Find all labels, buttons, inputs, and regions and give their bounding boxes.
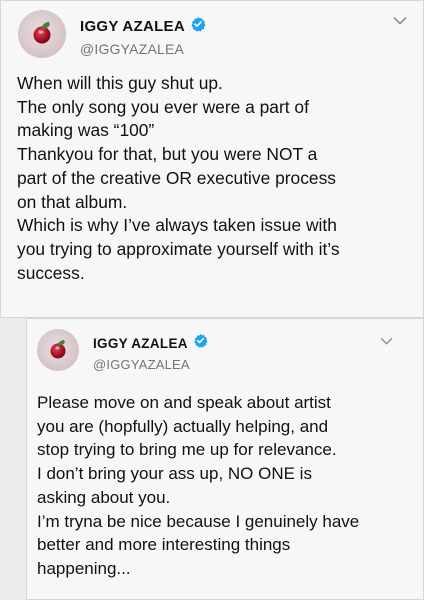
tweet-line: Thankyou for that, but you were NOT a [17,144,318,165]
display-name-row: IGGY AZALEA [93,333,208,353]
tweet-line: on that album. [17,191,128,212]
verified-badge-icon [193,333,208,353]
author-block: IGGY AZALEA @IGGYAZALEA [80,16,206,57]
avatar-fruit [33,26,51,44]
tweet-text: Please move on and speak about artist yo… [37,391,421,581]
handle[interactable]: @IGGYAZALEA [93,357,208,372]
tweet-line: happening... [37,558,131,578]
avatar[interactable] [18,10,66,58]
screenshot-page: IGGY AZALEA @IGGYAZALEA When will this g… [0,0,424,600]
tweet-line: success. [17,262,85,283]
tweet-line: asking about you. [37,487,171,507]
tweet-text: When will this guy shut up. The only son… [17,72,421,285]
display-name[interactable]: IGGY AZALEA [80,18,185,35]
tweet-card-1: IGGY AZALEA @IGGYAZALEA When will this g… [0,0,424,318]
tweet-line: The only song you ever were a part of [17,96,309,117]
tweet-line: you are (hopfully) actually helping, and [37,416,329,436]
tweet-header: IGGY AZALEA @IGGYAZALEA [1,1,423,58]
tweet-line: I’m tryna be nice because I genuinely ha… [37,511,360,531]
tweet-line: making was “100” [17,120,155,141]
tweet-line: When will this guy shut up. [17,73,223,93]
display-name-row: IGGY AZALEA [80,16,206,37]
handle[interactable]: @IGGYAZALEA [80,41,206,57]
tweet-line: Which is why I’ve always taken issue wit… [17,215,337,236]
verified-badge-icon [190,16,206,37]
author-block: IGGY AZALEA @IGGYAZALEA [93,333,208,372]
tweet-line: better and more interesting things [37,535,291,555]
tweet-card-2: IGGY AZALEA @IGGYAZALEA Please move on a… [26,318,424,600]
tweet-line: I don’t bring your ass up, NO ONE is [37,464,312,484]
tweet-line: you trying to approximate yourself with … [17,238,340,259]
chevron-down-icon[interactable] [380,333,393,351]
tweet-line: stop trying to bring me up for relevance… [37,440,337,460]
display-name[interactable]: IGGY AZALEA [93,336,188,351]
tweet-header: IGGY AZALEA @IGGYAZALEA [27,319,423,372]
avatar[interactable] [37,329,79,371]
chevron-down-icon[interactable] [393,13,407,31]
tweet-line: Please move on and speak about artist [37,393,331,412]
tweet-line: part of the creative OR executive proces… [17,167,336,188]
